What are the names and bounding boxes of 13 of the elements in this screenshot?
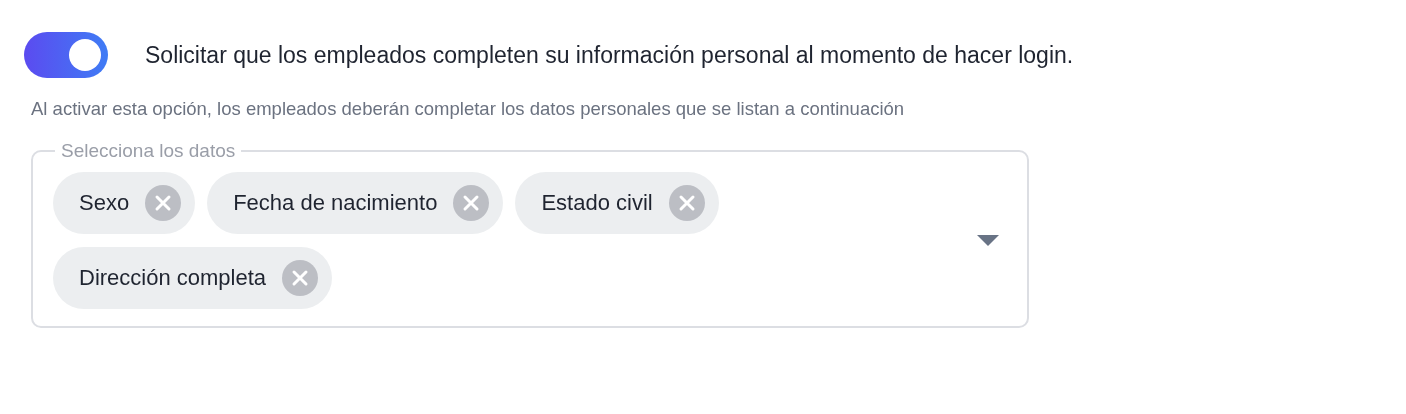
helper-text: Al activar esta opción, los empleados deberán completar los datos personales que se listan a continuación [31, 98, 906, 120]
dropdown-caret-icon[interactable] [977, 234, 999, 247]
remove-icon[interactable] [668, 185, 705, 221]
remove-icon[interactable] [282, 260, 319, 296]
toggle-label: Solicitar que los empleados completen su información personal al momento de hacer login. [145, 41, 1074, 69]
chip[interactable]: Estado civil [515, 172, 719, 234]
remove-icon[interactable] [145, 185, 182, 221]
chip[interactable]: Sexo [53, 172, 196, 234]
chip[interactable]: Dirección completa [53, 247, 333, 309]
chip[interactable]: Fecha de nacimiento [207, 172, 504, 234]
toggle-switch[interactable] [24, 32, 108, 78]
field-label: Selecciona los datos [60, 140, 237, 162]
remove-icon[interactable] [453, 185, 490, 221]
